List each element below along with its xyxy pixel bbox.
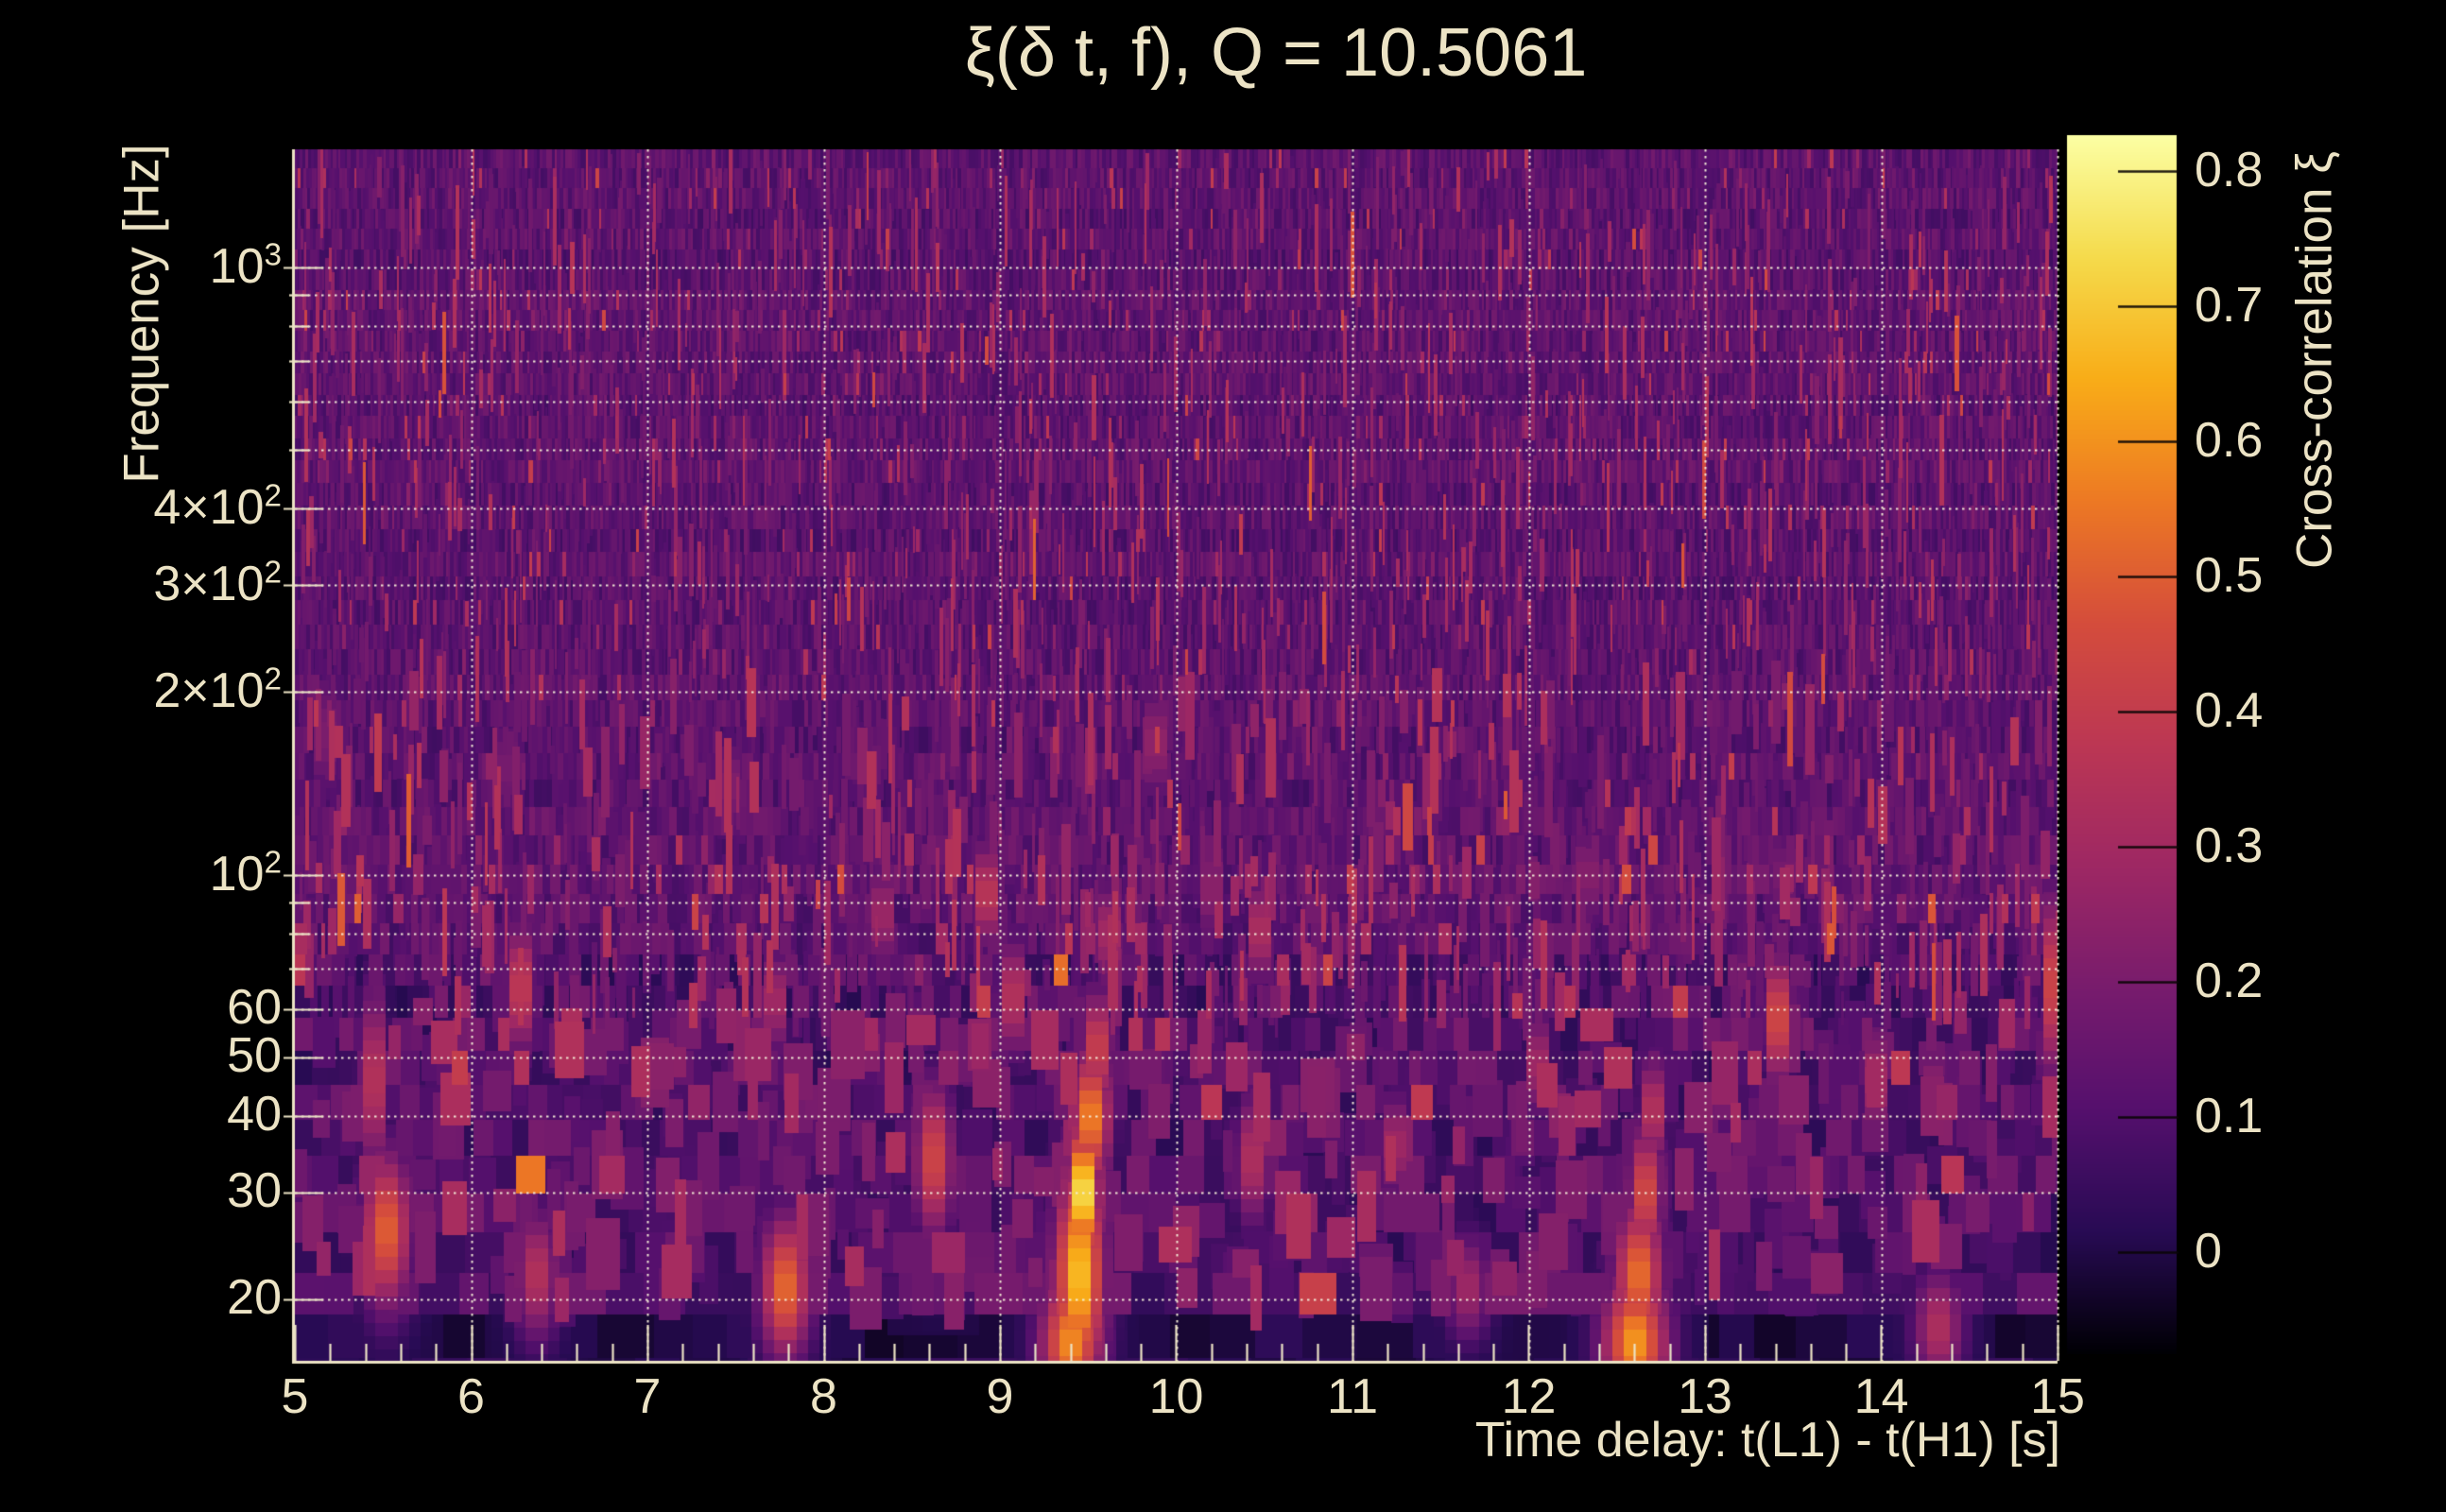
y-tick-label: 50: [227, 1028, 282, 1084]
y-axis-title: Frequency [Hz]: [113, 144, 170, 484]
colorbar-tick-label: 0.5: [2195, 547, 2264, 603]
colorbar-tick-label: 0.7: [2195, 277, 2264, 333]
chart-title: ξ(δ t, f), Q = 10.5061: [964, 15, 1588, 91]
y-tick-label: 102: [209, 845, 282, 902]
colorbar-tick-label: 0.8: [2195, 142, 2264, 198]
x-tick-label: 15: [2030, 1369, 2085, 1424]
colorbar-tick-label: 0.4: [2195, 682, 2264, 738]
y-tick-label: 3×102: [153, 555, 282, 611]
chart-container: ξ(δ t, f), Q = 10.5061 Frequency [Hz] Ti…: [0, 0, 2446, 1512]
y-tick-label: 103: [209, 237, 282, 294]
colorbar-tick-label: 0.6: [2195, 412, 2264, 468]
colorbar-title: Cross-correlation ξ: [2286, 151, 2343, 569]
y-tick-label: 60: [227, 980, 282, 1036]
x-tick-label: 6: [457, 1369, 485, 1424]
colorbar-tick-label: 0: [2195, 1223, 2222, 1279]
x-tick-label: 12: [1501, 1369, 1557, 1424]
y-tick-label: 2×102: [153, 662, 282, 718]
y-tick-label: 4×102: [153, 479, 282, 536]
y-tick-label: 20: [227, 1269, 282, 1325]
x-tick-label: 8: [810, 1369, 837, 1424]
x-tick-label: 5: [281, 1369, 309, 1424]
y-tick-label: 40: [227, 1087, 282, 1143]
x-axis-title: Time delay: t(L1) - t(H1) [s]: [1474, 1413, 2060, 1468]
x-tick-label: 9: [986, 1369, 1014, 1424]
colorbar-tick-label: 0.3: [2195, 817, 2264, 873]
y-tick-label: 30: [227, 1162, 282, 1218]
x-tick-label: 14: [1853, 1369, 1909, 1424]
colorbar-tick-label: 0.2: [2195, 953, 2264, 1008]
x-tick-label: 13: [1678, 1369, 1732, 1424]
x-tick-label: 10: [1148, 1369, 1204, 1424]
x-tick-label: 7: [633, 1369, 662, 1424]
colorbar-tick-label: 0.1: [2195, 1088, 2264, 1143]
x-tick-label: 11: [1327, 1369, 1378, 1424]
correlation-heatmap-canvas: [0, 0, 2446, 1512]
